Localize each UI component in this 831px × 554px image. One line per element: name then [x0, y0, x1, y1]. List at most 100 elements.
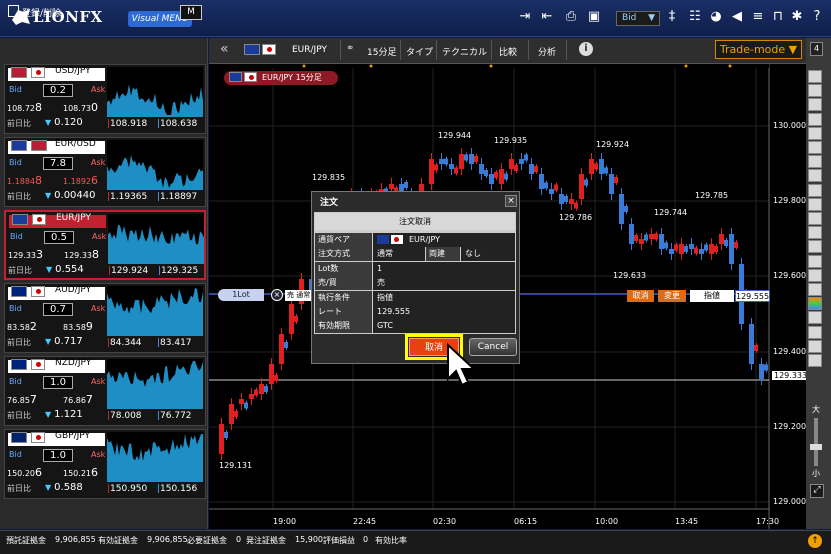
type-button[interactable]: タイプ — [406, 45, 433, 58]
rate-panel-eur-jpy[interactable]: EUR/JPY Bid 0.5 Ask 129.333 129.338 前日比 ▼ 0.554 |… — [4, 210, 206, 280]
export-icon[interactable]: ⇥ — [517, 9, 533, 25]
shape-tool-icon[interactable] — [808, 254, 822, 268]
pitchfork-tool-icon[interactable] — [808, 212, 822, 225]
candle-body — [484, 170, 488, 176]
candle-body — [604, 167, 608, 174]
arrow-tool-icon[interactable] — [808, 268, 822, 282]
pair-name: EUR/USD — [55, 139, 96, 149]
rate-panel-usd-jpy[interactable]: USD/JPY Bid 0.2 Ask 108.728 108.730 前日比 ▼ 0.120 |… — [4, 64, 206, 134]
eraser-tool-icon[interactable] — [808, 339, 822, 353]
candle-body — [529, 164, 534, 174]
bid-price[interactable]: 129.333 — [8, 248, 43, 261]
dialog-key: レート — [315, 305, 372, 319]
scroll-top-icon[interactable]: ↑ — [808, 534, 822, 548]
zoom-slider[interactable] — [814, 418, 818, 466]
rate-panel-nzd-jpy[interactable]: NZD/JPY Bid 1.0 Ask 76.857 76.867 前日比 ▼ 1.121 |78… — [4, 356, 206, 426]
expand-icon[interactable]: ⤢ — [810, 484, 824, 498]
vline-tool-icon[interactable] — [808, 169, 822, 183]
register-icon[interactable] — [8, 5, 19, 17]
zoom-tool-icon[interactable] — [808, 98, 822, 112]
color-tool-icon[interactable] — [808, 297, 822, 311]
bid-price[interactable]: 1.18848 — [7, 174, 42, 187]
bid-label: Bid — [9, 85, 22, 94]
news-icon[interactable]: ≡ — [750, 9, 766, 25]
collapse-left-icon[interactable]: « — [220, 41, 229, 57]
layout-icon[interactable]: ☷ — [687, 9, 703, 25]
bid-price[interactable]: 150.206 — [7, 466, 42, 479]
ask-price[interactable]: 150.216 — [63, 466, 98, 479]
ask-price[interactable]: 108.730 — [63, 101, 98, 114]
candle-body — [699, 249, 704, 254]
candle-body — [524, 154, 528, 161]
hline-tool-icon[interactable] — [808, 155, 822, 169]
bid-ask-select[interactable]: Bid ▼ — [616, 11, 660, 26]
save-icon[interactable]: ▣ — [586, 9, 602, 25]
candle-body — [664, 242, 668, 249]
lock-tool-icon[interactable] — [808, 311, 822, 325]
compare-button[interactable]: 比較 — [499, 45, 517, 58]
zoom-slider-handle[interactable] — [810, 444, 822, 450]
m-button[interactable]: M — [180, 5, 202, 20]
ask-price[interactable]: 1.18926 — [63, 174, 98, 187]
analysis-button[interactable]: 分析 — [538, 45, 556, 58]
rate-panel-gbp-jpy[interactable]: GBP/JPY Bid 1.0 Ask 150.206 150.216 前日比 ▼ 0.588 |… — [4, 429, 206, 499]
ask-price[interactable]: 83.589 — [63, 320, 93, 333]
mini-chart — [108, 214, 204, 264]
rate-panel-icon[interactable]: ‡ — [664, 9, 680, 25]
candle-body — [494, 172, 498, 178]
change-number: 1.121 — [54, 409, 83, 420]
ask-price[interactable]: 76.867 — [63, 393, 93, 406]
order-close-icon[interactable]: × — [271, 289, 283, 301]
down-triangle-icon: ▼ — [46, 265, 53, 274]
ray-tool-icon[interactable] — [808, 141, 822, 154]
fib-tool-icon[interactable] — [808, 197, 822, 211]
settings-gear-icon[interactable]: ✱ — [789, 9, 805, 25]
technical-button[interactable]: テクニカル — [442, 45, 487, 58]
ask-label: Ask — [91, 304, 106, 313]
time-tick-label: 06:15 — [514, 517, 538, 526]
candle-body — [389, 184, 394, 189]
ask-price[interactable]: 129.338 — [64, 248, 99, 261]
lock-icon[interactable]: ⊓ — [770, 9, 786, 25]
gann-tool-icon[interactable] — [808, 226, 822, 240]
pie-chart-icon[interactable]: ◕ — [708, 9, 724, 25]
mini-chart — [107, 140, 203, 190]
bid-price[interactable]: 83.582 — [7, 320, 37, 333]
chart-pair-label[interactable]: EUR/JPY — [292, 45, 327, 55]
timeframe-button[interactable]: 15分足 — [367, 45, 396, 58]
order-cancel-tag[interactable]: 取消 — [627, 290, 654, 302]
register-delete-label[interactable]: 登録/削除 — [22, 6, 61, 19]
rate-panel-aud-jpy[interactable]: AUD/JPY Bid 0.7 Ask 83.582 83.589 前日比 ▼ 0.717 |84… — [4, 283, 206, 353]
bid-price[interactable]: 76.857 — [7, 393, 37, 406]
order-change-tag[interactable]: 変更 — [658, 290, 686, 302]
crosshair-tool-icon[interactable] — [808, 84, 822, 98]
deposit-value: 9,906,855 — [55, 535, 96, 544]
import-icon[interactable]: ⇤ — [539, 9, 555, 25]
candle-body — [519, 159, 524, 164]
text-tool-icon[interactable] — [808, 240, 822, 254]
indicator-tool-icon[interactable] — [808, 354, 822, 367]
high-value: |78.008 — [107, 411, 142, 421]
trendline-tool-icon[interactable] — [808, 126, 822, 140]
bid-price[interactable]: 108.728 — [7, 101, 42, 114]
rate-panel-eur-usd[interactable]: EUR/USD Bid 7.8 Ask 1.18848 1.18926 前日比 ▼ 0.0044… — [4, 137, 206, 207]
print-icon[interactable]: ⎙ — [563, 9, 579, 25]
megaphone-icon[interactable]: ◀ — [729, 9, 745, 25]
candle-body — [479, 164, 484, 174]
price-tick-label: 129.000 — [773, 497, 807, 506]
pen-tool-icon[interactable] — [808, 325, 822, 339]
time-tick-label: 13:45 — [675, 517, 699, 526]
mini-chart — [107, 67, 203, 117]
window-count-badge[interactable]: 4 — [810, 42, 823, 56]
change-label: 前日比 — [8, 266, 32, 275]
change-value: ▼ 0.120 — [45, 117, 83, 128]
mini-chart — [107, 286, 203, 336]
trade-mode-dropdown[interactable]: Trade-mode ▼ — [715, 40, 802, 59]
cursor-tool-icon[interactable] — [808, 70, 822, 83]
select-tool-icon[interactable] — [808, 112, 822, 126]
channel-tool-icon[interactable] — [808, 183, 822, 197]
dialog-close-icon[interactable]: × — [505, 195, 517, 207]
help-icon[interactable]: ? — [809, 9, 825, 25]
delete-tool-icon[interactable] — [808, 283, 822, 296]
info-icon[interactable]: i — [579, 42, 593, 56]
